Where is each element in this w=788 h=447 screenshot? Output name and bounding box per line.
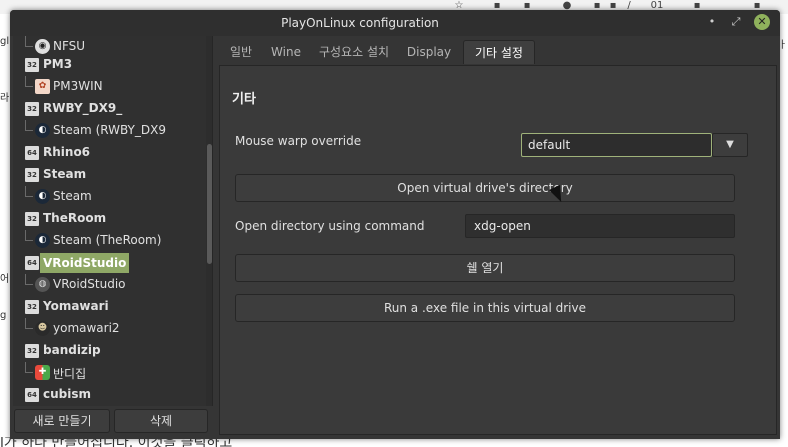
- open-virtual-drive-button[interactable]: Open virtual drive's directory: [235, 174, 735, 202]
- tree-item[interactable]: 32 RWBY_DX9_: [13, 98, 203, 120]
- arch-badge: 32: [25, 344, 39, 358]
- tree-item-label: bandizip: [43, 343, 101, 357]
- tree-branch: [25, 120, 33, 131]
- open-shell-button[interactable]: 쉘 열기: [235, 254, 735, 282]
- arch-badge: 32: [25, 168, 39, 182]
- tree-branch: [25, 274, 33, 285]
- tab-display[interactable]: Display: [401, 40, 457, 64]
- arch-badge: 32: [25, 102, 39, 116]
- tab-misc-settings[interactable]: 기타 설정: [463, 40, 535, 64]
- tree-item[interactable]: ◍ VRoidStudio: [13, 274, 203, 296]
- arch-badge: 32: [25, 58, 39, 72]
- tree-branch: [25, 36, 33, 47]
- tree-item-label: yomawari2: [53, 321, 120, 335]
- tab-general[interactable]: 일반: [221, 40, 261, 64]
- tree-item[interactable]: ☻ yomawari2: [13, 318, 203, 340]
- title-bar[interactable]: PlayOnLinux configuration • ⤢ ✕: [10, 10, 780, 36]
- tree-item-label: Yomawari: [43, 299, 109, 313]
- background-text: g: [0, 310, 7, 321]
- steam-icon: ◐: [35, 189, 50, 204]
- mouse-warp-select[interactable]: default: [521, 133, 712, 157]
- tree-branch: [25, 186, 33, 197]
- yomawari-icon: ☻: [35, 321, 50, 336]
- tree-item-label: Rhino6: [43, 145, 91, 159]
- steam-icon: ◐: [35, 233, 50, 248]
- tree-item-label: VRoidStudio: [40, 253, 130, 273]
- tab-install-components[interactable]: 구성요소 설치: [313, 40, 395, 64]
- section-title: 기타: [232, 92, 256, 107]
- arch-badge: 64: [25, 256, 39, 270]
- tree-item[interactable]: ✚ 반디집: [13, 362, 203, 384]
- tree-branch: [25, 76, 33, 87]
- tree-item[interactable]: ◐ Steam: [13, 186, 203, 208]
- tree-item-label: NFSU: [53, 39, 86, 53]
- tree-item-label: Steam: [43, 167, 87, 181]
- mouse-warp-label: Mouse warp override: [235, 134, 362, 148]
- tree-item[interactable]: ✿ PM3WIN: [13, 76, 203, 98]
- tree-item[interactable]: ◐ Steam (TheRoom): [13, 230, 203, 252]
- tree-item[interactable]: 32 Yomawari: [13, 296, 203, 318]
- run-exe-button[interactable]: Run a .exe file in this virtual drive: [235, 294, 735, 322]
- tree-item-label: Steam: [53, 189, 92, 203]
- restore-icon[interactable]: ⤢: [728, 14, 744, 30]
- tree-item-label: RWBY_DX9_: [43, 101, 123, 115]
- tree-item[interactable]: 32 TheRoom: [13, 208, 203, 230]
- arch-badge: 64: [25, 146, 39, 160]
- tree-item[interactable]: 32 PM3: [13, 54, 203, 76]
- tree-scrollbar[interactable]: [206, 36, 212, 406]
- tree-item[interactable]: 32 Steam: [13, 164, 203, 186]
- new-button[interactable]: 새로 만들기: [14, 409, 110, 433]
- arch-badge: 64: [25, 388, 39, 402]
- tree-scroll-thumb[interactable]: [207, 144, 212, 264]
- arch-badge: 32: [25, 212, 39, 226]
- tree-item[interactable]: 32 bandizip: [13, 340, 203, 362]
- tree-item-label: PM3: [43, 57, 73, 71]
- bandizip-icon: ✚: [35, 365, 50, 380]
- tree-item-label: VRoidStudio: [53, 277, 126, 291]
- open-directory-label: Open directory using command: [235, 219, 425, 233]
- tree-item-label: Steam (RWBY_DX9: [53, 123, 166, 137]
- background-text: 라: [0, 93, 10, 104]
- tree-item-label: cubism: [43, 387, 92, 401]
- disc-icon: ◉: [35, 39, 50, 54]
- playonlinux-config-window: PlayOnLinux configuration • ⤢ ✕ ◉ NFSU 3…: [10, 10, 780, 439]
- misc-settings-panel: 기타 Mouse warp override default ▼ Open vi…: [219, 65, 777, 435]
- tree-item[interactable]: 64 cubism: [13, 384, 203, 406]
- tree-item[interactable]: ◐ Steam (RWBY_DX9: [13, 120, 203, 142]
- chevron-down-icon[interactable]: ▼: [712, 133, 748, 157]
- tree-branch: [25, 230, 33, 241]
- tab-bar: 일반 Wine 구성요소 설치 Display 기타 설정: [217, 38, 777, 66]
- tree-item-label: Steam (TheRoom): [53, 233, 162, 247]
- tree-item[interactable]: 64 VRoidStudio: [13, 252, 203, 274]
- arch-badge: 32: [25, 300, 39, 314]
- vroid-icon: ◍: [35, 277, 50, 292]
- open-directory-command-input[interactable]: xdg-open: [465, 214, 735, 238]
- background-text: gl: [0, 36, 10, 47]
- tree-branch: [25, 318, 33, 329]
- steam-icon: ◐: [35, 123, 50, 138]
- close-icon[interactable]: ✕: [754, 14, 770, 30]
- delete-button[interactable]: 삭제: [114, 409, 208, 433]
- tree-item-label: PM3WIN: [53, 79, 103, 93]
- app-tree: ◉ NFSU 32 PM3 ✿ PM3WIN 32 RWBY_DX9_ ◐ St…: [13, 36, 213, 406]
- window-title: PlayOnLinux configuration: [281, 16, 439, 30]
- tree-item[interactable]: 64 Rhino6: [13, 142, 203, 164]
- tab-wine[interactable]: Wine: [265, 40, 307, 64]
- pm3-icon: ✿: [35, 79, 50, 94]
- tree-item-label: TheRoom: [43, 211, 107, 225]
- background-text: 어: [0, 274, 10, 285]
- tree-item-label: 반디집: [53, 367, 87, 381]
- minimize-icon[interactable]: •: [704, 14, 720, 30]
- tree-branch: [25, 362, 33, 373]
